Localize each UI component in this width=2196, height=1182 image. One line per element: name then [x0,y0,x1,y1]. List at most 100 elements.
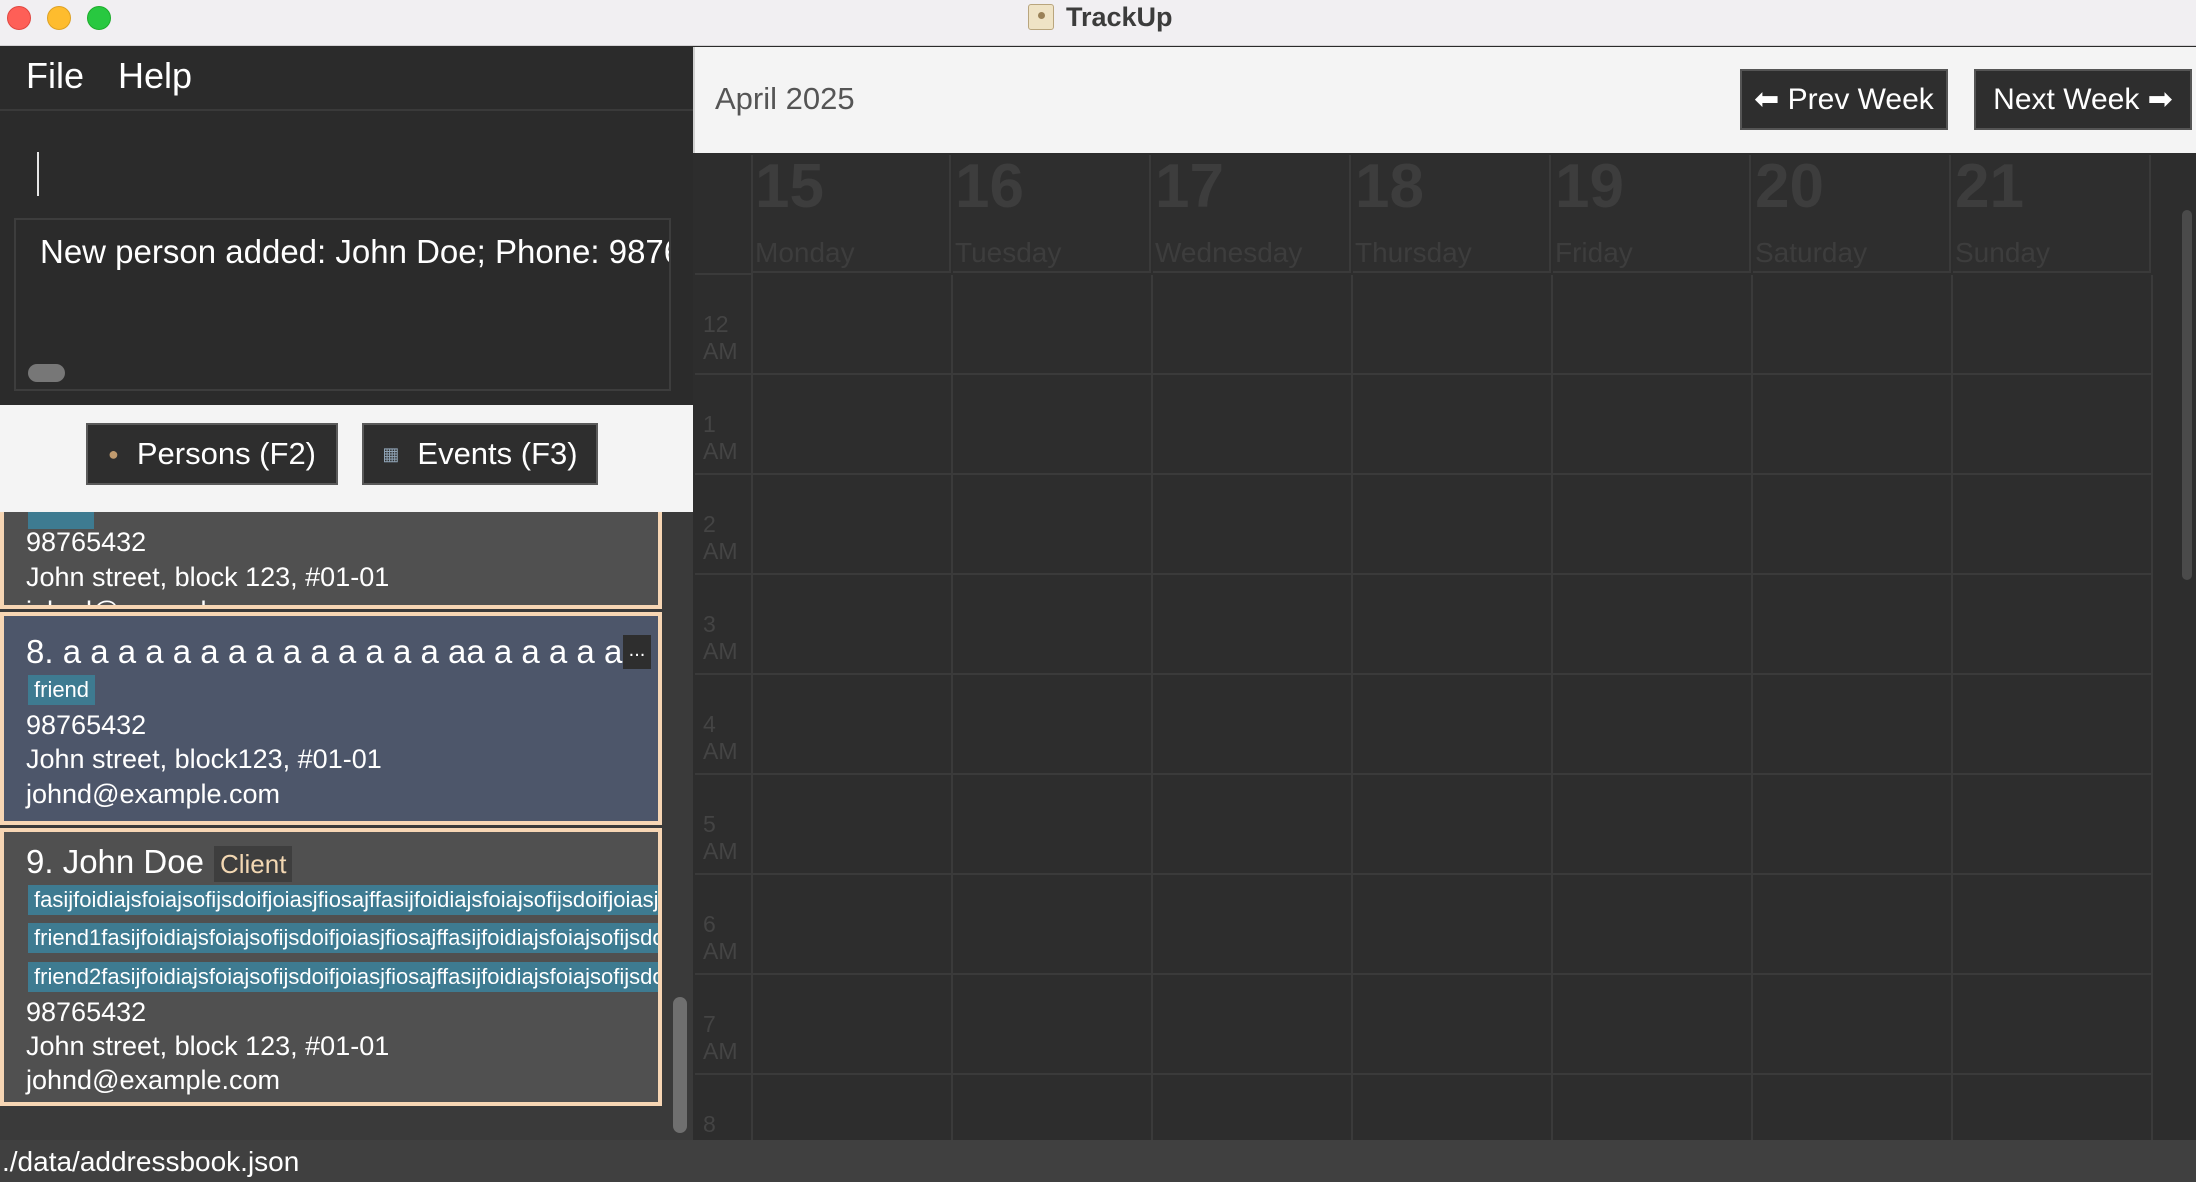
result-scrollbar[interactable] [28,364,65,382]
time-slot-cell[interactable] [1753,875,1953,975]
time-slot-cell[interactable] [1753,775,1953,875]
person-icon: ● [107,443,119,464]
time-slot-cell[interactable] [1953,875,2153,975]
tab-persons[interactable]: ● Persons (F2) [86,423,338,485]
time-slot-cell[interactable] [1153,575,1353,675]
time-slot-cell[interactable] [1553,675,1753,775]
time-slot-cell[interactable] [1553,475,1753,575]
time-slot-cell[interactable] [953,975,1153,1075]
prev-week-button[interactable]: ⬅ Prev Week [1740,69,1948,130]
time-slot-cell[interactable] [753,975,953,1075]
time-slot-cell[interactable] [1353,675,1553,775]
menu-file[interactable]: File [26,55,84,97]
calendar-scrollbar[interactable] [2180,155,2196,1140]
tab-events[interactable]: ▦ Events (F3) [362,423,598,485]
more-button[interactable]: ... [623,635,651,669]
close-window-button[interactable] [7,6,31,30]
time-slot-cell[interactable] [1353,475,1553,575]
time-slot-cell[interactable] [1153,1075,1353,1140]
time-slot-cell[interactable] [753,875,953,975]
person-card[interactable]: 98765432 John street, block 123, #01-01 … [0,512,662,609]
time-slot-cell[interactable] [953,575,1153,675]
time-slot-cell[interactable] [1353,575,1553,675]
time-slot-cell[interactable] [1353,975,1553,1075]
person-email: johnd@example.com [26,1065,281,1095]
time-slot-cell[interactable] [1153,875,1353,975]
time-slot-cell[interactable] [1153,775,1353,875]
time-slot-cell[interactable] [1753,975,1953,1075]
time-slot-cell[interactable] [1953,1075,2153,1140]
time-slot-cell[interactable] [953,1075,1153,1140]
time-slot-cell[interactable] [753,675,953,775]
time-slot-cell[interactable] [1553,275,1753,375]
day-header: 17 Wednesday [1153,155,1351,273]
time-slot-cell[interactable] [1553,375,1753,475]
hour-label-cell: 5 AM [695,775,753,875]
person-card[interactable]: 9. John Doe Client fasijfoidiajsfoiajsofi… [0,828,662,1106]
time-slot-cell[interactable] [753,1075,953,1140]
minimize-window-button[interactable] [47,6,71,30]
person-list[interactable]: 98765432 John street, block 123, #01-01 … [0,512,693,1140]
time-slot-cell[interactable] [1753,575,1953,675]
time-slot-cell[interactable] [1953,775,2153,875]
text-cursor [37,152,39,196]
time-slot-cell[interactable] [1553,975,1753,1075]
time-slot-cell[interactable] [1753,675,1953,775]
time-slot-cell[interactable] [953,675,1153,775]
zoom-window-button[interactable] [87,6,111,30]
next-week-button[interactable]: Next Week ➡ [1974,69,2192,130]
time-slot-cell[interactable] [1353,1075,1553,1140]
day-name: Monday [755,237,855,268]
time-slot-cell[interactable] [1953,275,2153,375]
time-slot-cell[interactable] [1153,475,1353,575]
time-slot-cell[interactable] [753,775,953,875]
menu-help[interactable]: Help [118,55,192,97]
hour-label: 7 AM [703,1011,738,1064]
time-slot-cell[interactable] [953,775,1153,875]
calendar-icon: ▦ [382,443,400,464]
time-slot-cell[interactable] [1953,575,2153,675]
time-slot-cell[interactable] [1553,1075,1753,1140]
person-list-scroll-thumb[interactable] [673,997,687,1133]
time-slot-cell[interactable] [1553,575,1753,675]
time-slot-cell[interactable] [1953,475,2153,575]
day-name: Thursday [1355,237,1472,268]
day-header: 18 Thursday [1353,155,1551,273]
time-slot-cell[interactable] [953,375,1153,475]
time-slot-cell[interactable] [1953,375,2153,475]
time-slot-cell[interactable] [753,275,953,375]
person-list-scrollbar[interactable] [663,512,693,1140]
time-slot-cell[interactable] [753,375,953,475]
time-slot-cell[interactable] [953,475,1153,575]
day-name: Tuesday [955,237,1062,268]
time-slot-cell[interactable] [1153,375,1353,475]
time-slot-cell[interactable] [1753,1075,1953,1140]
time-slot-cell[interactable] [1353,875,1553,975]
time-slot-cell[interactable] [1153,275,1353,375]
time-slot-cell[interactable] [1353,275,1553,375]
person-card-selected[interactable]: 8. a a a a a a a a a a a a a a aa a a a … [0,612,662,825]
time-slot-cell[interactable] [1553,775,1753,875]
time-slot-cell[interactable] [1153,975,1353,1075]
time-slot-cell[interactable] [1553,875,1753,975]
time-slot-cell[interactable] [953,275,1153,375]
time-slot-cell[interactable] [1753,275,1953,375]
time-slot-cell[interactable] [1753,475,1953,575]
save-location: ./data/addressbook.json [2,1146,300,1177]
time-slot-cell[interactable] [1353,775,1553,875]
result-display[interactable]: New person added: John Doe; Phone: 98765… [14,218,671,391]
time-slot-cell[interactable] [1153,675,1353,775]
time-slot-cell[interactable] [1753,375,1953,475]
time-slot-cell[interactable] [1953,675,2153,775]
time-slot-cell[interactable] [953,875,1153,975]
time-slot-cell[interactable] [1953,975,2153,1075]
calendar-grid[interactable]: 15 Monday 16 Tuesday 17 Wednesday 18 Thursday 19… [695,155,2193,1140]
person-tag: friend [28,675,96,705]
time-slot-cell[interactable] [753,475,953,575]
day-number: 20 [1755,155,1824,221]
calendar-scroll-thumb[interactable] [2182,210,2192,580]
window-title: TrackUp [1066,2,1173,32]
hour-label-cell: 12 AM [695,275,753,375]
time-slot-cell[interactable] [753,575,953,675]
time-slot-cell[interactable] [1353,375,1553,475]
